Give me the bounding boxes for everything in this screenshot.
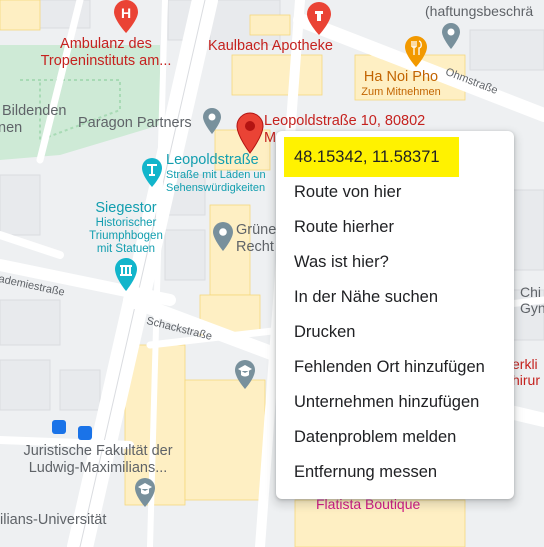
poi-ambulanz-line1: Ambulanz des <box>60 36 152 52</box>
poi-siegestor-sub2: Triumphbogen <box>89 230 163 242</box>
poi-kli-line1: erkli <box>512 356 538 372</box>
poi-siegestor-name: Siegestor <box>95 200 157 216</box>
poi-grey-pin-icon[interactable] <box>212 222 234 252</box>
menu-item-route-from-here[interactable]: Route von hier <box>294 182 401 202</box>
svg-text:H: H <box>121 5 131 21</box>
poi-siegestor[interactable]: Siegestor Historischer Triumphbogen mit … <box>76 200 176 256</box>
poi-kli[interactable]: erkli hirur <box>512 356 540 388</box>
poi-ambulanz-line2: Tropeninstituts am... <box>40 53 172 69</box>
menu-item-search-nearby[interactable]: In der Nähe suchen <box>294 287 438 307</box>
poi-kli-line2: hirur <box>512 372 541 388</box>
context-menu: 48.15342, 11.58371 Route von hier Route … <box>276 131 514 499</box>
poi-bildenden[interactable]: Bildenden nen <box>0 103 67 137</box>
poi-grey-pin-icon[interactable] <box>441 22 461 50</box>
school-icon[interactable] <box>133 478 157 508</box>
monument-icon[interactable] <box>113 258 139 292</box>
poi-haftung[interactable]: (haftungsbeschrä <box>425 3 533 19</box>
poi-leopoldstrasse[interactable]: Leopoldstraße Straße mit Läden un Sehens… <box>166 152 266 195</box>
restaurant-icon[interactable] <box>403 36 429 68</box>
poi-chi[interactable]: Chi Gyn <box>520 284 544 316</box>
poi-gruene-line2: Recht <box>236 239 274 255</box>
landmark-icon[interactable] <box>140 158 164 188</box>
menu-item-add-business[interactable]: Unternehmen hinzufügen <box>294 392 479 412</box>
poi-gruene[interactable]: Grüne Recht <box>236 222 276 256</box>
menu-item-add-missing-place[interactable]: Fehlenden Ort hinzufügen <box>294 357 485 377</box>
poi-paragon[interactable]: Paragon Partners <box>78 115 192 131</box>
bus-stop-icon[interactable] <box>52 420 66 434</box>
bus-stop-icon[interactable] <box>78 426 92 440</box>
poi-bildenden-line2: nen <box>0 120 23 136</box>
poi-siegestor-sub1: Historischer <box>95 217 157 229</box>
poi-hanoi-name: Ha Noi Pho <box>363 69 439 85</box>
school-icon[interactable] <box>233 360 257 390</box>
dropped-pin-icon[interactable] <box>235 112 265 154</box>
poi-hanoi[interactable]: Ha Noi Pho Zum Mitnehmen <box>356 69 446 99</box>
poi-bildenden-line1: Bildenden <box>2 103 67 119</box>
menu-item-measure-distance[interactable]: Entfernung messen <box>294 462 437 482</box>
menu-item-whats-here[interactable]: Was ist hier? <box>294 252 389 272</box>
poi-leopoldstrasse-name: Leopoldstraße <box>166 152 259 168</box>
poi-chi-line1: Chi <box>520 284 542 300</box>
poi-grey-pin-icon[interactable] <box>202 107 222 135</box>
poi-chi-line2: Gyn <box>520 300 544 316</box>
pin-address-line1: Leopoldstraße 10, 80802 <box>264 113 426 129</box>
hospital-icon[interactable]: H <box>112 0 140 34</box>
menu-item-route-to-here[interactable]: Route hierher <box>294 217 394 237</box>
poi-leopoldstrasse-sub2: Sehenswürdigkeiten <box>166 182 266 194</box>
poi-juristische-line2: Ludwig-Maximilians... <box>28 460 168 476</box>
menu-item-print[interactable]: Drucken <box>294 322 355 342</box>
pharmacy-icon[interactable] <box>305 2 333 36</box>
poi-siegestor-sub3: mit Statuen <box>96 243 156 255</box>
poi-hanoi-sub: Zum Mitnehmen <box>361 86 441 98</box>
menu-item-coordinates[interactable]: 48.15342, 11.58371 <box>294 147 440 167</box>
poi-ambulanz[interactable]: Ambulanz des Tropeninstituts am... <box>36 36 176 70</box>
poi-kaulbach[interactable]: Kaulbach Apotheke <box>208 38 333 55</box>
poi-juristische-line1: Juristische Fakultät der <box>23 443 173 459</box>
menu-item-report-data-problem[interactable]: Datenproblem melden <box>294 427 456 447</box>
poi-gruene-line1: Grüne <box>236 222 277 238</box>
poi-juristische[interactable]: Juristische Fakultät der Ludwig-Maximili… <box>8 443 188 477</box>
poi-lmu[interactable]: ilians-Universität <box>0 512 106 528</box>
poi-leopoldstrasse-sub1: Straße mit Läden un <box>166 169 266 181</box>
